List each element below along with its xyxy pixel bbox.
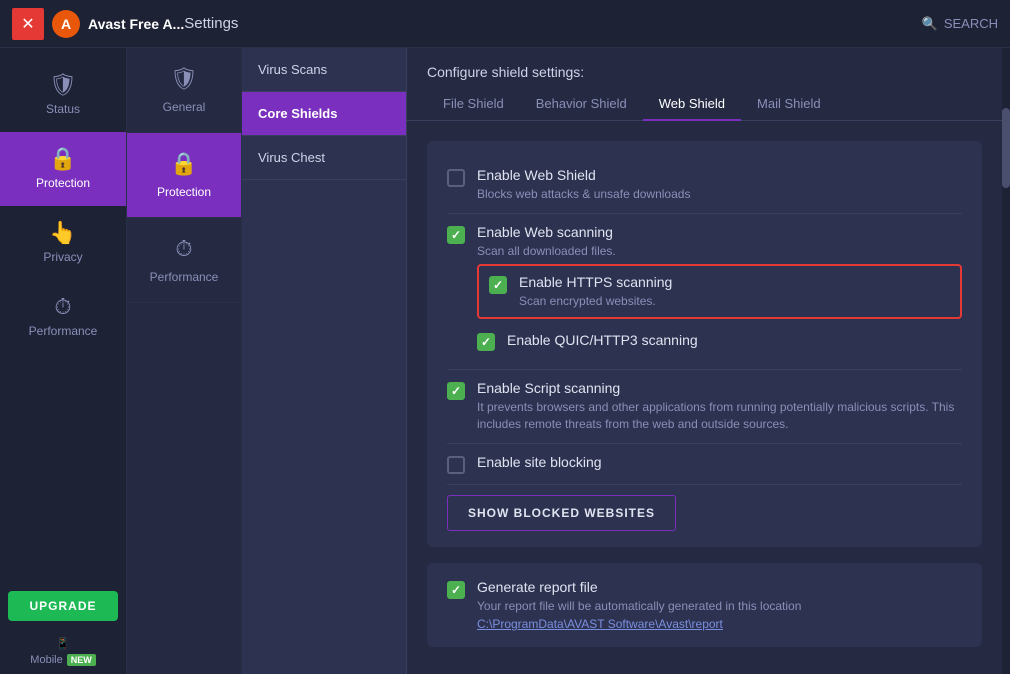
setting-row-web-scanning: Enable Web scanning Scan all downloaded …: [447, 214, 962, 371]
logo-icon: A: [52, 10, 80, 38]
setting-row-script-scanning: Enable Script scanning It prevents brows…: [447, 370, 962, 444]
setting-title-script-scanning: Enable Script scanning: [477, 380, 962, 396]
ss-item-protection[interactable]: 🔒 Protection: [127, 133, 241, 218]
tab-behavior-shield[interactable]: Behavior Shield: [520, 88, 643, 121]
sidebar-item-status[interactable]: 🛡 Status: [0, 58, 126, 132]
checkbox-web-shield[interactable]: [447, 169, 465, 187]
setting-title-site-blocking: Enable site blocking: [477, 454, 962, 470]
setting-desc-script-scanning: It prevents browsers and other applicati…: [477, 399, 962, 433]
checkbox-generate-report[interactable]: [447, 581, 465, 599]
menu-item-core-shields[interactable]: Core Shields: [242, 92, 406, 136]
report-card: Generate report file Your report file wi…: [427, 563, 982, 647]
sidebar-item-privacy[interactable]: 👆 Privacy: [0, 206, 126, 280]
checkbox-web-scanning[interactable]: [447, 226, 465, 244]
scrollbar-thumb[interactable]: [1002, 108, 1010, 188]
content-area: Configure shield settings: File Shield B…: [407, 48, 1002, 674]
scrollbar-track[interactable]: [1002, 48, 1010, 674]
ss-item-general[interactable]: 🛡 General: [127, 48, 241, 133]
tabs-row: File Shield Behavior Shield Web Shield M…: [407, 88, 1002, 121]
close-button[interactable]: ✕: [12, 8, 44, 40]
report-desc: Your report file will be automatically g…: [477, 599, 962, 613]
setting-title-quic-scanning: Enable QUIC/HTTP3 scanning: [507, 332, 698, 348]
status-icon: 🛡: [49, 74, 77, 96]
second-sidebar: 🛡 General 🔒 Protection ⏱ Performance: [127, 48, 242, 674]
settings-content: Enable Web Shield Blocks web attacks & u…: [407, 121, 1002, 674]
checkbox-script-scanning[interactable]: [447, 382, 465, 400]
setting-desc-web-scanning: Scan all downloaded files.: [477, 243, 962, 260]
privacy-icon: 👆: [49, 222, 76, 244]
menu-item-virus-scans[interactable]: Virus Scans: [242, 48, 406, 92]
shield-settings-card: Enable Web Shield Blocks web attacks & u…: [427, 141, 982, 547]
menu-item-virus-chest[interactable]: Virus Chest: [242, 136, 406, 180]
checkbox-https-scanning[interactable]: [489, 276, 507, 294]
sidebar-item-mobile[interactable]: 📱 Mobile NEW: [0, 629, 126, 674]
sidebar-item-performance[interactable]: ⏱ Performance: [0, 280, 126, 354]
setting-row-web-shield: Enable Web Shield Blocks web attacks & u…: [447, 157, 962, 214]
upgrade-button[interactable]: UPGRADE: [8, 591, 118, 621]
checkbox-quic-scanning[interactable]: [477, 333, 495, 351]
app-logo: A Avast Free A...: [52, 10, 184, 38]
protection-icon: 🔒: [49, 148, 76, 170]
left-sidebar: 🛡 Status 🔒 Protection 👆 Privacy ⏱ Perfor…: [0, 48, 127, 674]
speedometer-icon: ⏱: [175, 236, 192, 262]
content-header: Configure shield settings:: [407, 48, 1002, 88]
mobile-icon: 📱: [56, 637, 70, 650]
search-button[interactable]: 🔍 SEARCH: [922, 16, 998, 32]
tab-file-shield[interactable]: File Shield: [427, 88, 520, 121]
lock-icon: 🔒: [170, 151, 197, 177]
tab-web-shield[interactable]: Web Shield: [643, 88, 741, 121]
setting-title-web-scanning: Enable Web scanning: [477, 224, 962, 240]
setting-desc-web-shield: Blocks web attacks & unsafe downloads: [477, 186, 962, 203]
report-link[interactable]: C:\ProgramData\AVAST Software\Avast\repo…: [477, 617, 962, 631]
general-icon: 🛡: [170, 66, 198, 92]
sidebar-item-protection[interactable]: 🔒 Protection: [0, 132, 126, 206]
ss-item-performance[interactable]: ⏱ Performance: [127, 218, 241, 303]
main-layout: 🛡 Status 🔒 Protection 👆 Privacy ⏱ Perfor…: [0, 48, 1010, 674]
setting-row-site-blocking: Enable site blocking: [447, 444, 962, 485]
setting-title-https-scanning: Enable HTTPS scanning: [519, 274, 950, 290]
tab-mail-shield[interactable]: Mail Shield: [741, 88, 837, 121]
menu-sidebar: Virus Scans Core Shields Virus Chest: [242, 48, 407, 674]
topbar-title: Settings: [184, 15, 238, 32]
setting-desc-https-scanning: Scan encrypted websites.: [519, 293, 950, 310]
show-blocked-websites-button[interactable]: SHOW BLOCKED WEBSITES: [447, 495, 676, 531]
report-title: Generate report file: [477, 579, 962, 595]
quic-scanning-row: Enable QUIC/HTTP3 scanning: [477, 323, 962, 359]
topbar: ✕ A Avast Free A... Settings 🔍 SEARCH: [0, 0, 1010, 48]
https-scanning-row: Enable HTTPS scanning Scan encrypted web…: [477, 264, 962, 320]
setting-title-web-shield: Enable Web Shield: [477, 167, 962, 183]
search-icon: 🔍: [922, 16, 938, 32]
performance-icon: ⏱: [54, 296, 71, 318]
checkbox-site-blocking[interactable]: [447, 456, 465, 474]
